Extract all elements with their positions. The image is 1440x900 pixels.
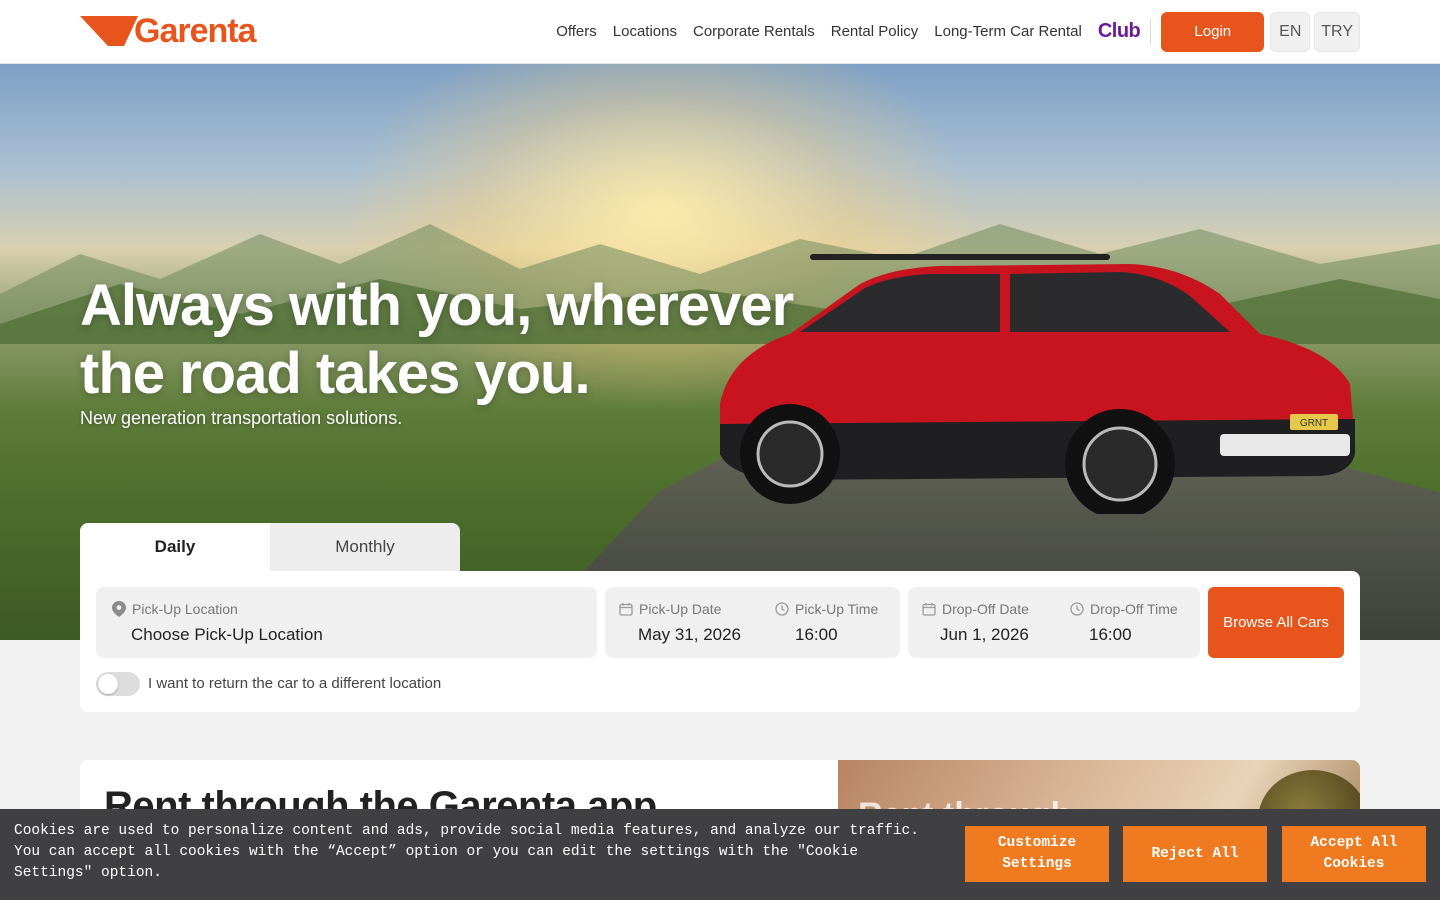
clock-icon	[775, 602, 789, 616]
nav-rental-policy[interactable]: Rental Policy	[831, 23, 919, 40]
tab-daily[interactable]: Daily	[80, 523, 270, 571]
tab-monthly[interactable]: Monthly	[270, 523, 460, 571]
clock-icon	[1070, 602, 1084, 616]
garenta-logo[interactable]: Garenta	[80, 12, 256, 52]
accept-all-cookies-button[interactable]: Accept All Cookies	[1282, 826, 1426, 882]
dropoff-time-label: Drop-Off Time	[1090, 601, 1178, 617]
calendar-icon	[619, 603, 633, 616]
logo-swoosh-icon	[80, 15, 138, 46]
language-button[interactable]: EN	[1270, 11, 1311, 52]
toggle-knob	[98, 674, 118, 694]
dropoff-date-value: Jun 1, 2026	[940, 625, 1029, 644]
cookie-banner: Cookies are used to personalize content …	[0, 809, 1440, 900]
different-location-toggle[interactable]	[96, 672, 140, 696]
customize-settings-button[interactable]: Customize Settings	[965, 826, 1109, 882]
currency-button[interactable]: TRY	[1314, 11, 1360, 52]
pickup-location-field[interactable]: Pick-Up Location Choose Pick-Up Location	[96, 587, 597, 658]
pickup-location-label-wrap: Pick-Up Location	[112, 601, 238, 617]
hero-title: Always with you, wherever the road takes…	[80, 273, 794, 406]
license-plate-text: GRNT	[1300, 418, 1328, 429]
dropoff-date-label: Drop-Off Date	[942, 601, 1029, 617]
locale-switcher: EN TRY	[1270, 11, 1360, 52]
login-button[interactable]: Login	[1161, 11, 1265, 52]
calendar-icon	[922, 603, 936, 616]
browse-all-cars-button[interactable]: Browse All Cars	[1208, 587, 1344, 658]
dropoff-time-label-wrap: Drop-Off Time	[1070, 601, 1178, 617]
booking-form: Pick-Up Location Choose Pick-Up Location…	[80, 571, 1360, 712]
pickup-datetime-field[interactable]: Pick-Up Date May 31, 2026 Pick-Up Time 1…	[605, 587, 900, 658]
nav-long-term-rental[interactable]: Long-Term Car Rental	[934, 23, 1082, 40]
logo-text: Garenta	[134, 12, 256, 50]
hero-subtitle: New generation transportation solutions.	[80, 408, 403, 428]
nav-locations[interactable]: Locations	[613, 23, 677, 40]
dropoff-time-value: 16:00	[1089, 625, 1132, 644]
pickup-time-label-wrap: Pick-Up Time	[775, 601, 878, 617]
pickup-location-value: Choose Pick-Up Location	[131, 625, 323, 644]
location-pin-icon	[112, 601, 126, 617]
rental-type-tabs: Daily Monthly	[80, 523, 460, 571]
reject-all-button[interactable]: Reject All	[1123, 826, 1267, 882]
pickup-date-label: Pick-Up Date	[639, 601, 722, 617]
pickup-date-label-wrap: Pick-Up Date	[619, 601, 721, 617]
pickup-time-label: Pick-Up Time	[795, 601, 879, 617]
pickup-location-label: Pick-Up Location	[132, 601, 238, 617]
nav-divider	[1150, 18, 1152, 45]
nav-corporate-rentals[interactable]: Corporate Rentals	[693, 23, 815, 40]
dropoff-datetime-field[interactable]: Drop-Off Date Jun 1, 2026 Drop-Off Time …	[908, 587, 1200, 658]
site-header: Garenta Offers Locations Corporate Renta…	[0, 0, 1440, 64]
club-link[interactable]: Club	[1098, 20, 1141, 43]
nav-offers[interactable]: Offers	[556, 23, 597, 40]
cookie-message: Cookies are used to personalize content …	[14, 823, 919, 881]
dropoff-date-label-wrap: Drop-Off Date	[922, 601, 1029, 617]
pickup-time-value: 16:00	[795, 625, 838, 644]
main-nav: Offers Locations Corporate Rentals Renta…	[556, 11, 1360, 52]
pickup-date-value: May 31, 2026	[638, 625, 742, 644]
different-location-label: I want to return the car to a different …	[148, 675, 442, 692]
